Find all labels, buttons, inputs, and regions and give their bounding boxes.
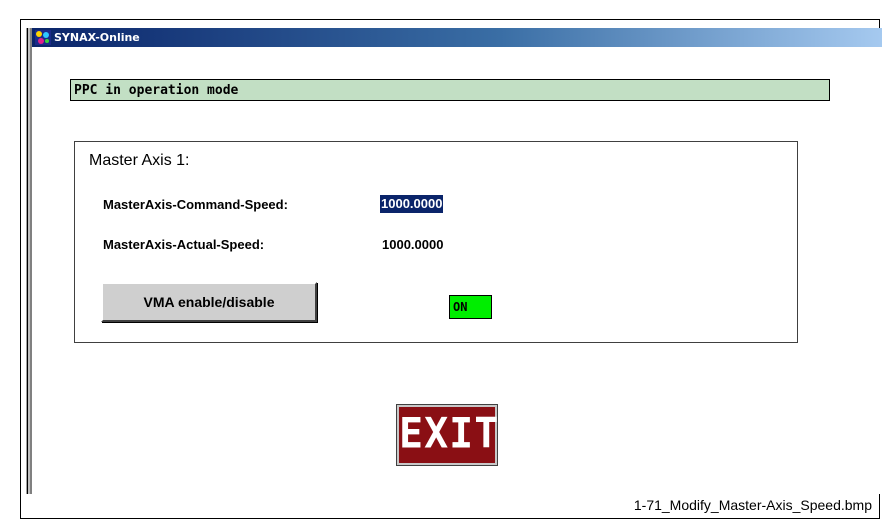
status-text: PPC in operation mode xyxy=(74,83,239,98)
vma-status-text: ON xyxy=(453,300,468,314)
exit-button[interactable]: EXIT xyxy=(396,404,500,466)
group-title: Master Axis 1: xyxy=(89,152,190,169)
vma-button-label: VMA enable/disable xyxy=(143,294,275,310)
figure-caption: 1-71_Modify_Master-Axis_Speed.bmp xyxy=(633,497,872,513)
status-bar: PPC in operation mode xyxy=(70,79,830,101)
command-speed-label: MasterAxis-Command-Speed: xyxy=(103,197,288,212)
command-speed-input[interactable]: 1000.0000 xyxy=(380,195,444,213)
vma-status-indicator: ON xyxy=(449,295,492,319)
window-title: SYNAX-Online xyxy=(54,31,140,44)
synax-app-icon[interactable] xyxy=(35,30,51,45)
actual-speed-label: MasterAxis-Actual-Speed: xyxy=(103,237,265,252)
actual-speed-value: 1000.0000 xyxy=(382,237,444,252)
synax-online-window: SYNAX-Online PPC in operation mode Maste… xyxy=(30,28,882,494)
vma-enable-disable-button[interactable]: VMA enable/disable xyxy=(101,282,317,322)
master-axis-group: Master Axis 1: MasterAxis-Command-Speed:… xyxy=(74,141,798,343)
title-bar[interactable]: SYNAX-Online xyxy=(32,28,882,47)
exit-button-label: EXIT xyxy=(399,409,500,459)
